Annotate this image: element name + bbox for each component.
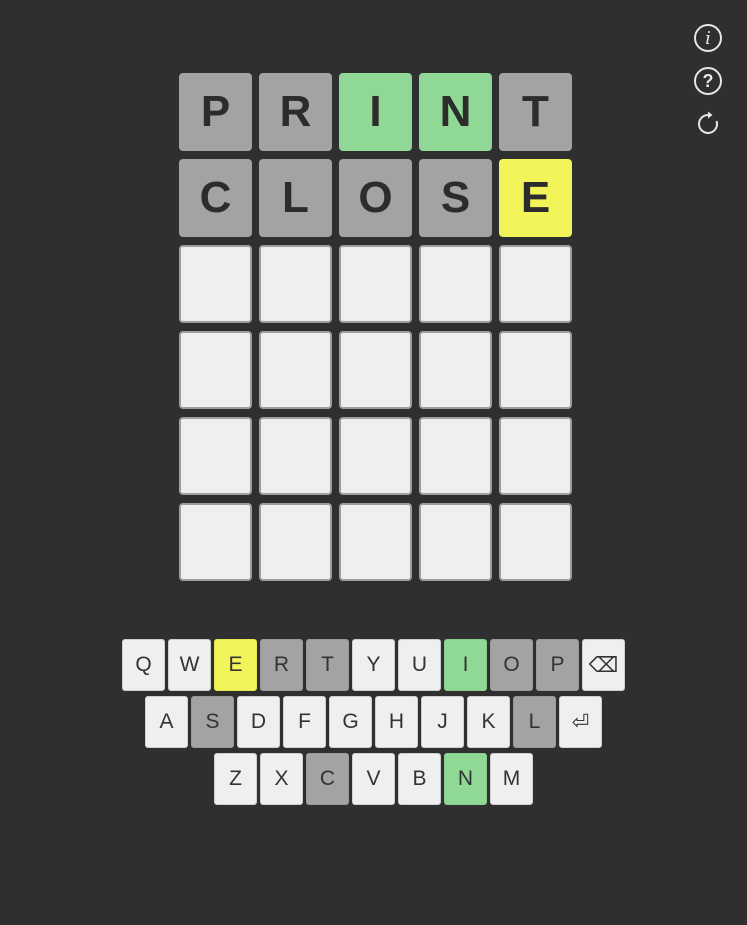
board-tile [259, 503, 332, 581]
board-tile [499, 417, 572, 495]
board-tile [419, 417, 492, 495]
key-e[interactable]: E [214, 639, 257, 691]
key-y[interactable]: Y [352, 639, 395, 691]
key-t[interactable]: T [306, 639, 349, 691]
board-tile [259, 417, 332, 495]
game-board: PRINT CLOSE [179, 73, 572, 589]
board-tile [339, 503, 412, 581]
board-tile: N [419, 73, 492, 151]
header-icons: i ? [694, 24, 726, 153]
board-tile: E [499, 159, 572, 237]
enter-key[interactable]: ⏎ [559, 696, 602, 748]
keyboard-row: A S D F G H J K L ⏎ [0, 696, 747, 748]
board-tile [499, 503, 572, 581]
board-row [179, 417, 572, 495]
board-tile: C [179, 159, 252, 237]
info-icon[interactable]: i [694, 24, 722, 52]
board-tile [339, 417, 412, 495]
board-row [179, 331, 572, 409]
backspace-key[interactable]: ⌫ [582, 639, 625, 691]
help-icon[interactable]: ? [694, 67, 722, 95]
key-n[interactable]: N [444, 753, 487, 805]
key-k[interactable]: K [467, 696, 510, 748]
board-tile [419, 245, 492, 323]
key-f[interactable]: F [283, 696, 326, 748]
key-x[interactable]: X [260, 753, 303, 805]
key-q[interactable]: Q [122, 639, 165, 691]
board-tile: S [419, 159, 492, 237]
board-row [179, 245, 572, 323]
refresh-icon[interactable] [694, 110, 722, 138]
keyboard-row: Q W E R T Y U I O P ⌫ [0, 639, 747, 691]
key-p[interactable]: P [536, 639, 579, 691]
board-tile [179, 245, 252, 323]
keyboard-row: ZXCVBNM [0, 753, 747, 805]
board-tile [179, 331, 252, 409]
board-tile [419, 331, 492, 409]
key-r[interactable]: R [260, 639, 303, 691]
board-tile: P [179, 73, 252, 151]
board-tile [419, 503, 492, 581]
board-row [179, 503, 572, 581]
key-j[interactable]: J [421, 696, 464, 748]
on-screen-keyboard: Q W E R T Y U I O P ⌫ A S D F G H J K L ⏎ Z X C V B N M [0, 639, 747, 810]
key-i[interactable]: I [444, 639, 487, 691]
board-tile [259, 331, 332, 409]
board-tile: I [339, 73, 412, 151]
key-z[interactable]: Z [214, 753, 257, 805]
board-tile [339, 331, 412, 409]
key-v[interactable]: V [352, 753, 395, 805]
board-tile: T [499, 73, 572, 151]
board-tile: L [259, 159, 332, 237]
board-tile [179, 503, 252, 581]
key-g[interactable]: G [329, 696, 372, 748]
key-m[interactable]: M [490, 753, 533, 805]
key-u[interactable]: U [398, 639, 441, 691]
key-l[interactable]: L [513, 696, 556, 748]
key-b[interactable]: B [398, 753, 441, 805]
board-tile [179, 417, 252, 495]
board-tile [339, 245, 412, 323]
board-row: CLOSE [179, 159, 572, 237]
board-row: PRINT [179, 73, 572, 151]
board-tile [499, 245, 572, 323]
key-w[interactable]: W [168, 639, 211, 691]
key-a[interactable]: A [145, 696, 188, 748]
board-tile: R [259, 73, 332, 151]
key-o[interactable]: O [490, 639, 533, 691]
board-tile [259, 245, 332, 323]
key-h[interactable]: H [375, 696, 418, 748]
key-d[interactable]: D [237, 696, 280, 748]
key-c[interactable]: C [306, 753, 349, 805]
board-tile [499, 331, 572, 409]
key-s[interactable]: S [191, 696, 234, 748]
board-tile: O [339, 159, 412, 237]
